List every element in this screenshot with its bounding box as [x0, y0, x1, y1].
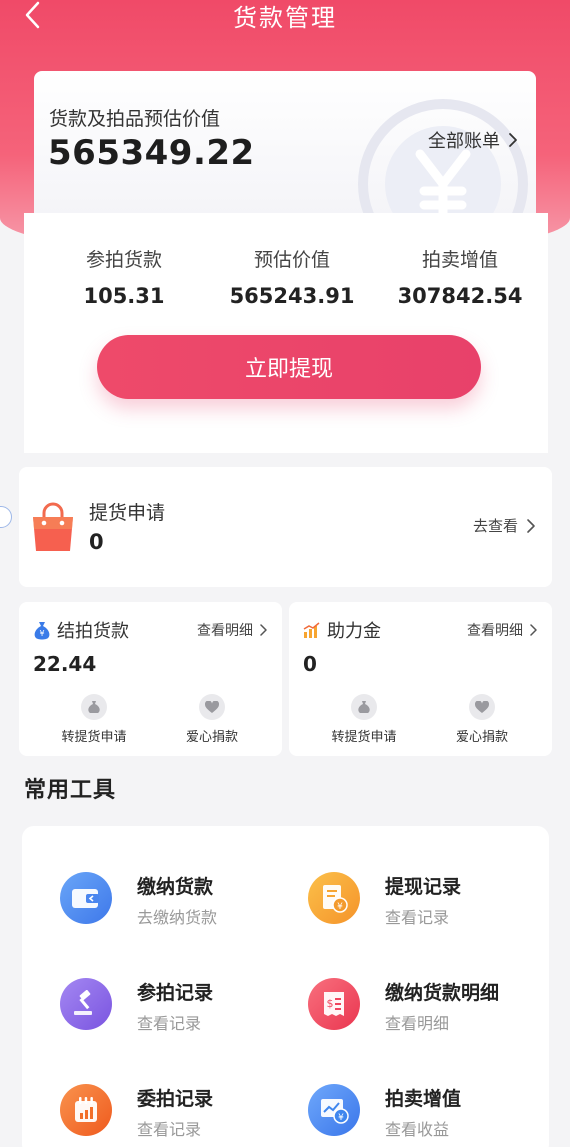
calendar-chart-icon	[60, 1084, 112, 1136]
settled-title: 结拍货款	[57, 621, 129, 642]
tool-name: 提现记录	[385, 876, 462, 898]
value-amount: 565349.22	[48, 133, 255, 173]
stat-value: 307842.54	[397, 284, 523, 308]
settled-detail-link[interactable]: 查看明细	[197, 620, 268, 640]
detail-label: 查看明细	[197, 623, 253, 639]
withdraw-record-icon: ¥	[308, 872, 360, 924]
donate-label: 爱心捐款	[455, 730, 508, 745]
tool-name: 拍卖增值	[385, 1088, 462, 1110]
tool-sub: 查看明细	[385, 1014, 450, 1033]
transfer-pickup-label: 转提货申请	[61, 730, 127, 745]
stat-label: 拍卖增值	[421, 249, 498, 271]
money-bag-icon: ¥	[34, 622, 50, 640]
tool-payment-detail[interactable]: $ 缴纳货款明细 查看明细	[308, 972, 538, 1042]
chevron-right-icon	[260, 624, 267, 636]
tool-sub: 查看记录	[385, 908, 450, 927]
tool-sub: 查看收益	[385, 1120, 450, 1139]
svg-text:¥: ¥	[337, 902, 343, 912]
bar-chart-icon	[303, 622, 320, 638]
value-summary-card: 货款及拍品预估价值 565349.22 全部账单	[34, 71, 536, 231]
tools-section-title: 常用工具	[24, 778, 117, 803]
assist-fund-card: 助力金 查看明细 0 转提货申请 爱心捐款	[289, 602, 552, 756]
tool-sub: 查看记录	[137, 1014, 202, 1033]
stat-auction-gain: 拍卖增值 307842.54	[360, 245, 560, 308]
heart-icon	[469, 694, 495, 720]
svg-text:¥: ¥	[39, 629, 44, 638]
tool-bid-record[interactable]: 参拍记录 查看记录	[60, 972, 290, 1042]
assist-header: 助力金	[303, 617, 381, 643]
money-bag-gray-icon	[81, 694, 107, 720]
donate-button[interactable]: 爱心捐款	[427, 694, 537, 745]
floating-circle[interactable]	[0, 506, 12, 528]
tool-consign-record[interactable]: 委拍记录 查看记录	[60, 1078, 290, 1147]
tool-auction-gain[interactable]: ¥ 拍卖增值 查看收益	[308, 1078, 538, 1147]
assist-detail-link[interactable]: 查看明细	[467, 620, 538, 640]
tool-withdraw-record[interactable]: ¥ 提现记录 查看记录	[308, 866, 538, 936]
tool-name: 缴纳货款	[137, 876, 214, 898]
tool-name: 参拍记录	[137, 982, 214, 1004]
shopping-bag-icon	[33, 502, 73, 551]
donate-label: 爱心捐款	[185, 730, 238, 745]
transfer-pickup-button[interactable]: 转提货申请	[309, 694, 419, 745]
svg-text:¥: ¥	[338, 1113, 344, 1123]
withdraw-button[interactable]: 立即提现	[97, 335, 481, 399]
settled-payment-card: ¥ 结拍货款 查看明细 22.44 转提货申请 爱心捐款	[19, 602, 282, 756]
tool-name: 缴纳货款明细	[385, 982, 500, 1004]
detail-label: 查看明细	[467, 623, 523, 639]
tools-card: 缴纳货款 去缴纳货款 ¥ 提现记录 查看记录 参拍记录 查看记录 $ 缴纳货款明…	[22, 826, 549, 1147]
all-bills-link[interactable]: 全部账单	[428, 127, 518, 153]
value-label: 货款及拍品预估价值	[49, 108, 221, 130]
gavel-icon	[60, 978, 112, 1030]
pickup-request-card[interactable]: 提货申请 0 去查看	[19, 467, 552, 587]
heart-icon	[199, 694, 225, 720]
donate-button[interactable]: 爱心捐款	[157, 694, 267, 745]
yen-watermark-icon	[358, 99, 528, 231]
settled-amount: 22.44	[33, 652, 97, 676]
pickup-title: 提货申请	[89, 502, 166, 524]
svg-text:$: $	[327, 997, 334, 1010]
chevron-right-icon	[527, 518, 535, 533]
navbar: 货款管理	[0, 0, 570, 48]
receipt-icon: $	[308, 978, 360, 1030]
chevron-right-icon	[530, 624, 537, 636]
transfer-pickup-label: 转提货申请	[331, 730, 397, 745]
tool-pay-goods[interactable]: 缴纳货款 去缴纳货款	[60, 866, 290, 936]
chevron-right-icon	[509, 133, 517, 147]
assist-title: 助力金	[327, 621, 381, 642]
all-bills-label: 全部账单	[428, 131, 500, 152]
trend-icon: ¥	[308, 1084, 360, 1136]
wallet-icon	[60, 872, 112, 924]
go-view-label: 去查看	[472, 517, 518, 535]
page-title: 货款管理	[233, 4, 337, 32]
money-bag-gray-icon	[351, 694, 377, 720]
tool-sub: 查看记录	[137, 1120, 202, 1139]
pickup-count: 0	[89, 530, 104, 554]
tool-sub: 去缴纳货款	[137, 908, 218, 927]
tool-name: 委拍记录	[137, 1088, 214, 1110]
transfer-pickup-button[interactable]: 转提货申请	[39, 694, 149, 745]
stats-card: 参拍货款 105.31 预估价值 565243.91 拍卖增值 307842.5…	[24, 213, 548, 453]
settled-header: ¥ 结拍货款	[33, 617, 129, 643]
assist-amount: 0	[303, 652, 317, 676]
go-view-link[interactable]: 去查看	[473, 515, 536, 536]
